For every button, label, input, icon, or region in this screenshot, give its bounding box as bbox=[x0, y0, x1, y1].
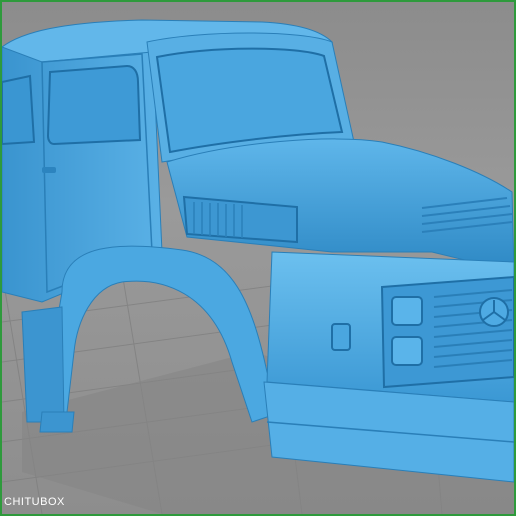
step-plate bbox=[21, 306, 65, 423]
3d-viewport[interactable] bbox=[2, 2, 514, 514]
headlight-lower bbox=[391, 336, 423, 366]
headlight-upper bbox=[391, 296, 423, 326]
door-handle bbox=[42, 167, 56, 173]
door-window bbox=[46, 64, 142, 146]
fender-lower bbox=[39, 411, 75, 433]
side-indicator bbox=[331, 323, 351, 351]
app-window: CHITUBOX bbox=[0, 0, 516, 516]
scene-svg bbox=[2, 19, 514, 514]
rear-side-window bbox=[2, 74, 36, 146]
watermark-label: CHITUBOX bbox=[4, 496, 65, 508]
